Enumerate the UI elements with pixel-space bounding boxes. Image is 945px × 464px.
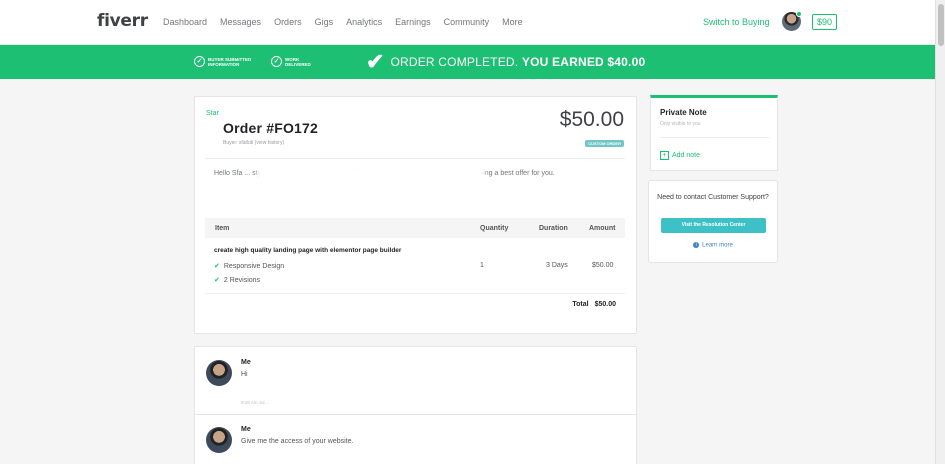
item-title: create high quality landing page with el… [214,247,402,254]
fiverr-logo[interactable]: fiverr [97,11,148,31]
redaction [257,167,485,197]
order-completed-message: ✔ ORDER COMPLETED. YOU EARNED $40.00 [366,49,645,74]
nav-dashboard[interactable]: Dashboard [163,17,207,27]
divider [205,293,625,294]
top-navbar: fiverr Dashboard Messages Orders Gigs An… [0,0,935,45]
resolution-center-button[interactable]: Visit the Resolution Center [661,218,766,233]
message-author: Me [241,359,251,366]
page-scrollbar[interactable] [935,0,945,464]
learn-more-link[interactable]: i Learn more [649,242,777,249]
col-item: Item [215,225,230,232]
star-label: Star [206,110,219,117]
private-note-title: Private Note [660,108,707,117]
divider [195,414,636,415]
check-icon: ✔ [214,277,220,284]
step-buyer-submitted: ✓ BUYER SUBMITTED INFORMATION [194,56,258,67]
feature-label: 2 Revisions [223,277,261,284]
order-activity-feed: Me Hi 9:28 Am Jul... Me Give me the acce… [194,346,637,464]
step-label: BUYER SUBMITTED INFORMATION [208,56,252,67]
total-value: $50.00 [594,301,616,308]
check-icon: ✔ [214,263,220,270]
custom-order-badge: CUSTOM ORDER [585,140,624,147]
add-note-button[interactable]: + Add note [660,151,700,160]
message-text: Hi [241,371,248,378]
banner-prefix: ORDER COMPLETED. [390,55,519,69]
plus-icon: + [660,151,669,160]
nav-orders[interactable]: Orders [274,17,302,27]
main-nav: Dashboard Messages Orders Gigs Analytics… [163,17,523,27]
online-status-dot [796,11,802,17]
divider [660,137,770,138]
nav-community[interactable]: Community [444,17,490,27]
customer-support-card: Need to contact Customer Support? Visit … [648,180,778,263]
info-icon: i [693,242,700,248]
nav-more[interactable]: More [502,17,523,27]
nav-gigs[interactable]: Gigs [315,17,334,27]
scrollbar-thumb[interactable] [938,4,944,46]
avatar [206,427,232,453]
step-work-delivered: ✓ WORK DELIVERED [271,56,319,67]
feature-label: Responsive Design [223,263,285,270]
add-note-label: Add note [672,152,701,159]
feature-item: ✔ 2 Revisions [214,276,260,284]
banner-earned: YOU EARNED $40.00 [521,55,646,69]
step-label: WORK DELIVERED [285,56,311,67]
learn-more-label: Learn more [702,242,733,249]
order-price: $50.00 [559,108,624,131]
avatar [206,360,232,386]
private-note-card: Private Note Only visible to you + Add n… [650,95,778,171]
feature-item: ✔ Responsive Design [214,262,284,270]
order-table-header: Item Quantity Duration Amount [205,218,625,238]
col-duration: Duration [539,225,568,232]
divider [205,158,625,159]
order-total: Total $50.00 [572,301,616,308]
nav-messages[interactable]: Messages [220,17,261,27]
check-circle-icon: ✓ [194,56,205,67]
order-status-banner: ✓ BUYER SUBMITTED INFORMATION ✓ WORK DEL… [0,45,935,79]
order-details-card: Star Order #FO172 Buyer: sfatluti (view … [194,96,637,334]
checkmark-icon: ✔ [366,49,385,74]
col-quantity: Quantity [480,225,509,232]
check-circle-icon: ✓ [271,56,282,67]
message-text: Give me the access of your website. [241,438,354,445]
nav-analytics[interactable]: Analytics [346,17,382,27]
col-amount: Amount [589,225,616,232]
total-label: Total [572,301,589,308]
banner-text: ORDER COMPLETED. YOU EARNED $40.00 [390,55,645,69]
support-prompt: Need to contact Customer Support? [657,194,769,201]
amount-value: $50.00 [592,262,614,269]
message-timestamp: 9:28 Am Jul... [241,400,269,405]
buyer-info[interactable]: Buyer: sfatluti (view history) [223,140,284,146]
quantity-value: 1 [480,262,484,269]
user-avatar[interactable] [782,11,802,31]
order-number: Order #FO172 [223,120,318,136]
nav-earnings[interactable]: Earnings [395,17,431,27]
private-note-subtitle: Only visible to you [660,121,701,127]
message-author: Me [241,426,251,433]
switch-to-buying-link[interactable]: Switch to Buying [703,17,770,27]
duration-value: 3 Days [546,262,568,269]
balance-badge[interactable]: $90 [812,14,838,30]
